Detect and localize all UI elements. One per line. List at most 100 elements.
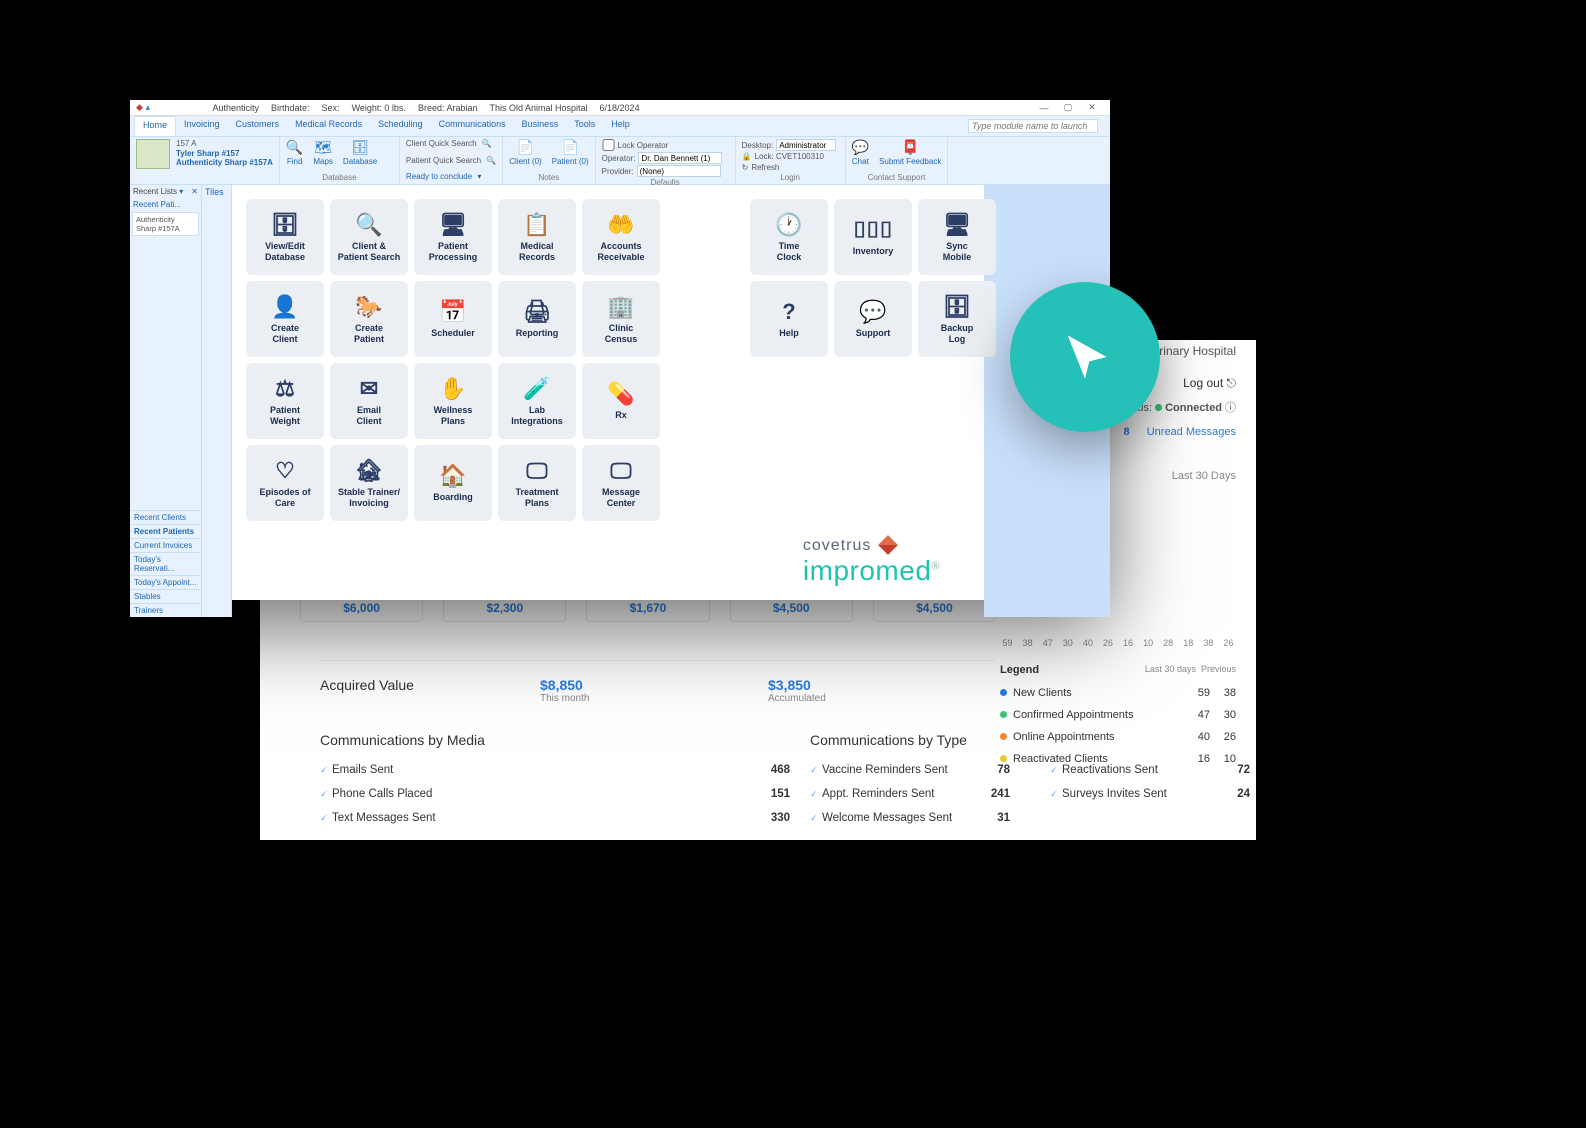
tile-icon: 🏢: [607, 294, 634, 319]
tile-scheduler[interactable]: 📅Scheduler: [414, 281, 492, 357]
tile-support[interactable]: 💬Support: [834, 281, 912, 357]
chart-x-labels: 593847304026161028183826: [1000, 638, 1236, 648]
tile-blank: [666, 199, 744, 275]
comms-row: Text Messages Sent330: [320, 806, 790, 830]
sidebar-nav-current-invoices[interactable]: Current Invoices: [130, 538, 201, 552]
legend-title: Legend: [1000, 664, 1039, 676]
lock-operator-checkbox[interactable]: [602, 139, 615, 151]
menu-invoicing[interactable]: Invoicing: [176, 116, 228, 136]
comms-row: Phone Calls Placed151: [320, 782, 790, 806]
covetrus-logo-icon: [878, 535, 898, 555]
tile-time-clock[interactable]: 🕐TimeClock: [750, 199, 828, 275]
impromed-window: ◆ ▴ Authenticity Birthdate: Sex: Weight:…: [130, 100, 1110, 600]
tile-create-patient[interactable]: 🐎CreatePatient: [330, 281, 408, 357]
menu-business[interactable]: Business: [514, 116, 567, 136]
provider-select[interactable]: [637, 165, 721, 177]
recent-patient-item[interactable]: Authenticity Sharp #157A: [132, 212, 199, 236]
tile-message-center[interactable]: 🖵MessageCenter: [582, 445, 660, 521]
tile-patient-weight[interactable]: ⚖PatientWeight: [246, 363, 324, 439]
play-button[interactable]: [1010, 282, 1160, 432]
tile-accounts-receivable[interactable]: 🤲AccountsReceivable: [582, 199, 660, 275]
x-tick-label: 38: [1201, 638, 1216, 648]
tile-blank: [834, 445, 912, 521]
module-launch-input[interactable]: [960, 116, 1106, 136]
find-button[interactable]: 🔍Find: [286, 139, 303, 166]
app-icon: ◆: [136, 102, 143, 113]
sidebar-nav-stables[interactable]: Stables: [130, 589, 201, 603]
x-tick-label: 40: [1080, 638, 1095, 648]
feedback-button[interactable]: 📮Submit Feedback: [879, 139, 941, 166]
tile-icon: ?: [782, 299, 795, 324]
acquired-title: Acquired Value: [320, 677, 540, 704]
tile-icon: 🗄: [943, 294, 971, 319]
menu-help[interactable]: Help: [603, 116, 638, 136]
menu-customers[interactable]: Customers: [228, 116, 288, 136]
recent-patients-header[interactable]: Recent Pati...: [130, 198, 201, 211]
tile-client-patient-search[interactable]: 🔍Client &Patient Search: [330, 199, 408, 275]
tile-icon: 🏠: [439, 463, 466, 488]
notes-patient-button[interactable]: 📄Patient (0): [552, 139, 589, 166]
x-tick-label: 59: [1000, 638, 1015, 648]
tile-sync-mobile[interactable]: 🖥SyncMobile: [918, 199, 996, 275]
menu-medical-records[interactable]: Medical Records: [287, 116, 370, 136]
operator-select[interactable]: [638, 152, 722, 164]
menu-home[interactable]: Home: [134, 116, 176, 136]
tile-icon: 🤲: [607, 212, 634, 237]
tile-patient-processing[interactable]: 🖥PatientProcessing: [414, 199, 492, 275]
close-button[interactable]: ✕: [1080, 102, 1104, 113]
tile-reporting[interactable]: 🖨Reporting: [498, 281, 576, 357]
tile-boarding[interactable]: 🏠Boarding: [414, 445, 492, 521]
maximize-button[interactable]: ▢: [1056, 102, 1080, 113]
acquired-this-month: $8,850: [540, 677, 583, 693]
patient-thumbnail[interactable]: [136, 139, 170, 169]
tab-unread-messages[interactable]: 8 Unread Messages: [1124, 426, 1236, 438]
tile-treatment-plans[interactable]: 🖵TreatmentPlans: [498, 445, 576, 521]
tile-blank: [834, 363, 912, 439]
tile-rx[interactable]: 💊Rx: [582, 363, 660, 439]
recent-lists-header[interactable]: Recent Lists ▾ ✕: [130, 185, 201, 198]
notes-client-button[interactable]: 📄Client (0): [509, 139, 541, 166]
sidebar-nav-today-s-reservati-[interactable]: Today's Reservati...: [130, 552, 201, 575]
x-tick-label: 30: [1060, 638, 1075, 648]
menu-tools[interactable]: Tools: [566, 116, 603, 136]
tile-clinic-census[interactable]: 🏢ClinicCensus: [582, 281, 660, 357]
tile-icon: 🖨: [523, 299, 551, 324]
acquired-value-row: Acquired Value $8,850 This month $3,850 …: [320, 660, 996, 704]
tile-icon: 🧪: [523, 376, 550, 401]
tile-medical-records[interactable]: 📋MedicalRecords: [498, 199, 576, 275]
tile-backup-log[interactable]: 🗄BackupLog: [918, 281, 996, 357]
tile-episodes-of-care[interactable]: ♡Episodes ofCare: [246, 445, 324, 521]
status-dot-icon: [1155, 404, 1162, 411]
tile-view-edit-database[interactable]: 🗄View/EditDatabase: [246, 199, 324, 275]
tile-icon: 🔍: [355, 212, 382, 237]
x-tick-label: 26: [1221, 638, 1236, 648]
impromed-brand: covetrus impromed®: [803, 537, 940, 587]
legend-row: Reactivated Clients1610: [1000, 748, 1236, 770]
play-cursor-icon: [1059, 331, 1111, 383]
window-titlebar: ◆ ▴ Authenticity Birthdate: Sex: Weight:…: [130, 100, 1110, 116]
chat-button[interactable]: 💬Chat: [852, 139, 869, 166]
tile-email-client[interactable]: ✉EmailClient: [330, 363, 408, 439]
tile-wellness-plans[interactable]: ✋WellnessPlans: [414, 363, 492, 439]
tile-help[interactable]: ?Help: [750, 281, 828, 357]
menu-communications[interactable]: Communications: [431, 116, 514, 136]
x-tick-label: 18: [1181, 638, 1196, 648]
tile-icon: ⌷⌷⌷: [853, 217, 893, 242]
tile-create-client[interactable]: 👤CreateClient: [246, 281, 324, 357]
sidebar-nav-today-s-appoint-[interactable]: Today's Appoint...: [130, 575, 201, 589]
tiles-region: 🗄View/EditDatabase🔍Client &Patient Searc…: [232, 185, 1110, 617]
database-button[interactable]: 🗄Database: [343, 139, 377, 166]
tile-stable-trainer-invoicing[interactable]: 🏚Stable Trainer/Invoicing: [330, 445, 408, 521]
menu-scheduling[interactable]: Scheduling: [370, 116, 431, 136]
tile-lab-integrations[interactable]: 🧪LabIntegrations: [498, 363, 576, 439]
desktop-select[interactable]: [776, 139, 836, 151]
sidebar-nav-recent-clients[interactable]: Recent Clients: [130, 510, 201, 524]
sidebar-nav-recent-patients[interactable]: Recent Patients: [130, 524, 201, 538]
minimize-button[interactable]: —: [1032, 103, 1056, 113]
tile-inventory[interactable]: ⌷⌷⌷Inventory: [834, 199, 912, 275]
maps-button[interactable]: 🗺Maps: [313, 139, 333, 166]
sidebar-nav-trainers[interactable]: Trainers: [130, 603, 201, 617]
refresh-button[interactable]: ↻ Refresh: [742, 163, 839, 172]
acquired-accumulated: $3,850: [768, 677, 811, 693]
tiles-tab[interactable]: Tiles: [202, 185, 232, 617]
